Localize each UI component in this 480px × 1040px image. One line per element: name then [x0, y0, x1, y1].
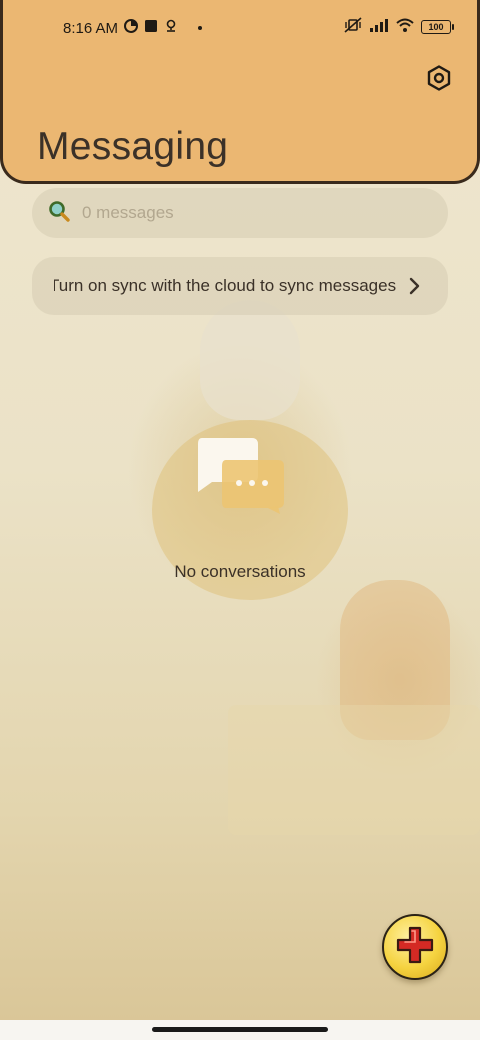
navigation-bar — [0, 1020, 480, 1040]
notification-dot-icon — [198, 26, 203, 30]
wallpaper-toy-block — [228, 705, 480, 835]
muted-vibrate-icon — [344, 17, 362, 37]
status-time: 8:16 AM — [63, 19, 119, 37]
location-pin-icon — [164, 19, 178, 37]
home-indicator[interactable] — [152, 1027, 328, 1032]
sync-banner[interactable]: Turn on sync with the cloud to sync mess… — [32, 257, 448, 315]
search-bar[interactable] — [32, 188, 448, 238]
data-saver-icon — [124, 19, 139, 37]
search-input[interactable] — [80, 202, 414, 224]
sync-banner-text: Turn on sync with the cloud to sync mess… — [54, 276, 396, 295]
page-title: Messaging — [37, 125, 229, 168]
status-bar: 8:16 AM 100 — [3, 0, 480, 56]
settings-button[interactable] — [423, 64, 455, 96]
signal-icon — [369, 18, 389, 36]
empty-state-text: No conversations — [174, 562, 306, 581]
search-icon — [48, 200, 70, 227]
chevron-right-icon — [404, 275, 426, 297]
app-square-icon — [144, 19, 158, 37]
new-conversation-button[interactable] — [382, 914, 448, 980]
conversations-icon — [196, 436, 286, 516]
status-left: 8:16 AM — [63, 19, 203, 37]
app-header: 8:16 AM 100 Messaging — [0, 0, 480, 184]
wallpaper-toy-figure — [200, 300, 300, 420]
wifi-icon — [396, 18, 414, 36]
settings-hexagon-icon — [426, 64, 452, 96]
plus-icon — [395, 925, 435, 970]
battery-icon: 100 — [421, 20, 454, 34]
status-right: 100 — [344, 17, 454, 37]
